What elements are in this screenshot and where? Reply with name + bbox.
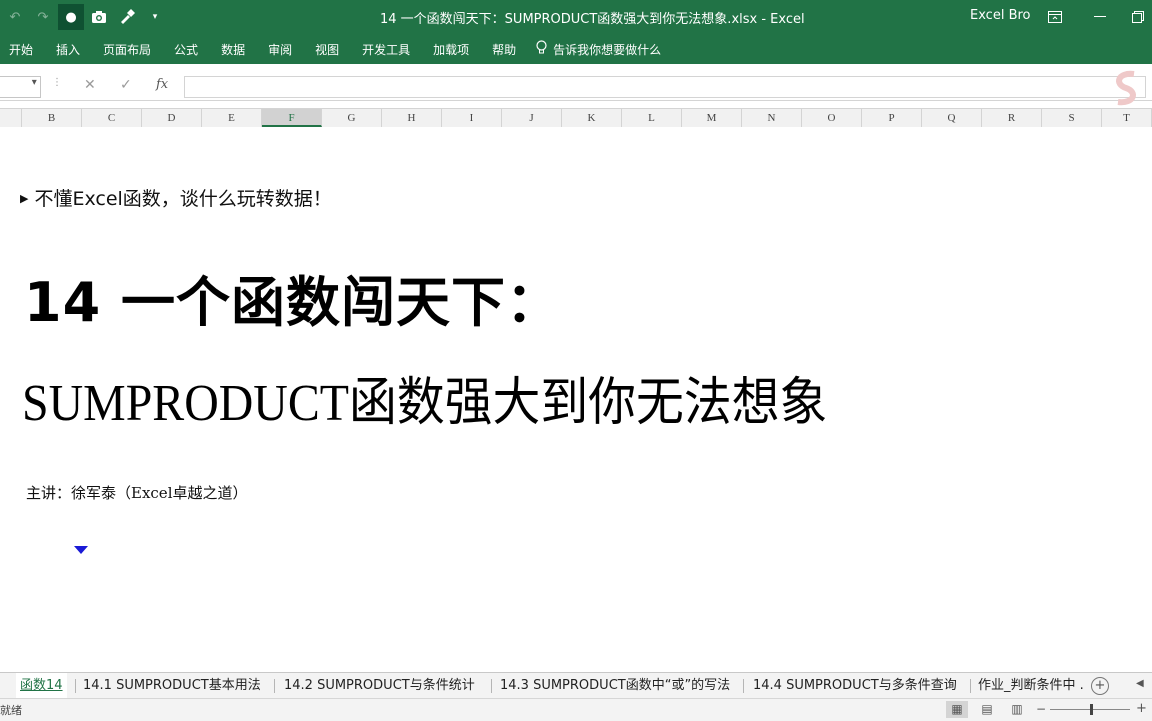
zoom-slider-thumb[interactable] [1090, 704, 1093, 715]
column-header[interactable]: G [322, 109, 382, 127]
format-painter-icon[interactable] [114, 4, 140, 30]
restore-icon[interactable] [1118, 0, 1152, 34]
column-header[interactable]: B [22, 109, 82, 127]
column-header[interactable]: J [502, 109, 562, 127]
column-header[interactable]: D [142, 109, 202, 127]
column-header[interactable]: P [862, 109, 922, 127]
status-bar: 就绪 ▦ ▤ ▥ − + [0, 698, 1152, 721]
title-bar: ↶ ↷ ● ▾ 14 一个函数闯天下：SUMPRODUCT函数强大到你无法想象.… [0, 0, 1152, 34]
tab-review[interactable]: 审阅 [268, 41, 292, 58]
intro-bullet: ▶ 不懂Excel函数，谈什么玩转数据！ [20, 184, 332, 211]
sheet-tab[interactable]: 14.4 SUMPRODUCT与多条件查询 [753, 673, 965, 698]
redo-icon[interactable]: ↷ [30, 4, 56, 30]
tab-separator [743, 679, 744, 693]
tab-separator [970, 679, 971, 693]
undo-icon[interactable]: ↶ [2, 4, 28, 30]
watermark-logo [1104, 68, 1152, 132]
column-header[interactable]: S [1042, 109, 1102, 127]
ribbon-display-icon[interactable] [1035, 0, 1075, 34]
quick-access-toolbar: ↶ ↷ ● ▾ [0, 0, 168, 34]
tab-developer[interactable]: 开发工具 [362, 41, 410, 58]
column-header[interactable]: N [742, 109, 802, 127]
sheet-tab-bar: 函数14 14.1 SUMPRODUCT基本用法 14.2 SUMPRODUCT… [0, 672, 1152, 700]
column-header[interactable]: L [622, 109, 682, 127]
minimize-icon[interactable] [1080, 0, 1120, 34]
sheet-tab-active[interactable]: 函数14 [16, 673, 67, 700]
column-header[interactable]: O [802, 109, 862, 127]
tell-me-label: 告诉我你想要做什么 [553, 42, 662, 57]
insert-function-icon[interactable]: fx [156, 77, 168, 92]
document-title: 14 一个函数闯天下：SUMPRODUCT函数强大到你无法想象.xlsx - E… [380, 12, 805, 27]
intro-text: 不懂Excel函数，谈什么玩转数据！ [34, 188, 332, 210]
tab-home[interactable]: 开始 [9, 41, 33, 58]
zoom-in-icon[interactable]: + [1136, 701, 1147, 716]
sheet-tab[interactable]: 14.2 SUMPRODUCT与条件统计 [284, 673, 489, 698]
ribbon-tabs: 开始 插入 页面布局 公式 数据 审阅 视图 开发工具 加载项 帮助 告诉我你想… [0, 34, 661, 64]
page-break-view-icon[interactable]: ▥ [1006, 701, 1028, 718]
tab-data[interactable]: 数据 [221, 41, 245, 58]
tell-me-box[interactable]: 告诉我你想要做什么 [536, 39, 662, 59]
more-icon: ⋮ [52, 77, 62, 88]
column-header[interactable]: K [562, 109, 622, 127]
column-header[interactable]: C [82, 109, 142, 127]
column-header[interactable]: M [682, 109, 742, 127]
page-layout-view-icon[interactable]: ▤ [976, 701, 998, 718]
camera-icon[interactable] [86, 4, 112, 30]
tab-view[interactable]: 视图 [315, 41, 339, 58]
lesson-title: 14 一个函数闯天下： [24, 271, 561, 334]
user-name[interactable]: Excel Bro [970, 8, 1031, 23]
tab-separator [75, 679, 76, 693]
customize-icon[interactable]: ▾ [142, 4, 168, 30]
tab-formulas[interactable]: 公式 [174, 41, 198, 58]
tab-separator [274, 679, 275, 693]
column-header[interactable]: Q [922, 109, 982, 127]
tab-add-ins[interactable]: 加载项 [433, 41, 469, 58]
marker-triangle-icon [74, 546, 88, 554]
tab-insert[interactable]: 插入 [56, 41, 80, 58]
column-header[interactable]: I [442, 109, 502, 127]
zoom-out-icon[interactable]: − [1036, 702, 1046, 716]
bullet-arrow-icon: ▶ [20, 192, 29, 205]
column-headers: B C D E F G H I J K L M N O P Q R S T [0, 108, 1152, 128]
lesson-subtitle: SUMPRODUCT函数强大到你无法想象 [22, 375, 828, 432]
column-header-selected[interactable]: F [262, 109, 322, 127]
formula-bar: ▾ ⋮ ✕ ✓ fx [0, 73, 1152, 101]
name-box[interactable]: ▾ [0, 76, 41, 98]
cancel-icon[interactable]: ✕ [84, 77, 96, 93]
column-header[interactable]: H [382, 109, 442, 127]
add-sheet-icon[interactable]: + [1091, 677, 1109, 695]
sheet-tab[interactable]: 作业_判断条件中 ... [978, 673, 1084, 698]
ribbon: 开始 插入 页面布局 公式 数据 审阅 视图 开发工具 加载项 帮助 告诉我你想… [0, 34, 1152, 64]
enter-icon[interactable]: ✓ [120, 77, 132, 93]
status-text: 就绪 [0, 704, 22, 717]
column-header[interactable]: E [202, 109, 262, 127]
dot-icon[interactable]: ● [58, 4, 84, 30]
presenter-credit: 主讲：徐军泰（Excel卓越之道） [26, 484, 248, 502]
scroll-left-icon[interactable]: ◀ [1136, 678, 1144, 689]
column-header[interactable]: R [982, 109, 1042, 127]
tab-help[interactable]: 帮助 [492, 41, 516, 58]
sheet-tab[interactable]: 14.1 SUMPRODUCT基本用法 [83, 673, 269, 698]
formula-input[interactable] [184, 76, 1146, 98]
normal-view-icon[interactable]: ▦ [946, 701, 968, 718]
lightbulb-icon [536, 39, 547, 59]
select-all-corner[interactable] [0, 109, 22, 127]
tab-page-layout[interactable]: 页面布局 [103, 41, 151, 58]
sheet-tab[interactable]: 14.3 SUMPRODUCT函数中“或”的写法 [500, 673, 740, 698]
tab-separator [491, 679, 492, 693]
